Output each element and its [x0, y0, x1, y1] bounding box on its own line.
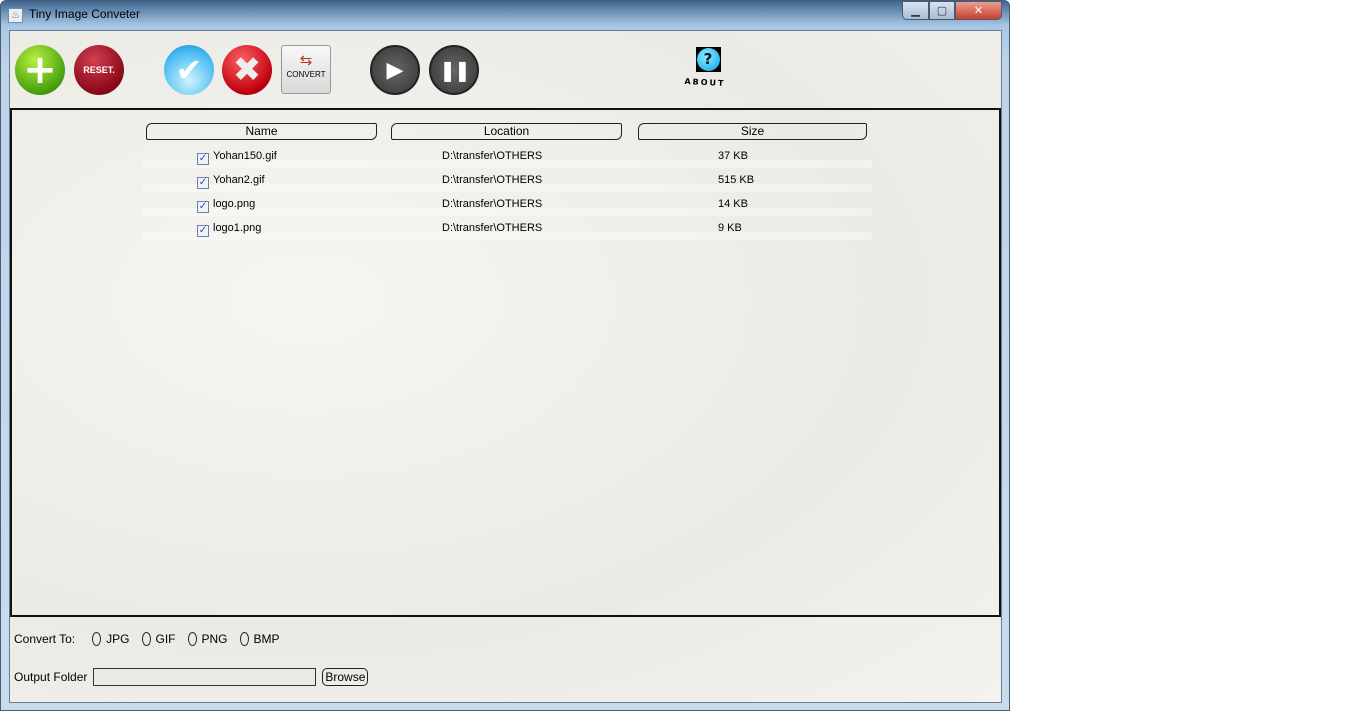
convert-to-group: Convert To: JPG GIF PNG BMP — [14, 632, 292, 646]
radio-jpg[interactable]: JPG — [92, 632, 130, 646]
convert-to-label: Convert To: — [14, 632, 76, 646]
name-cell: ✓ logo.png — [197, 198, 256, 213]
about-label: ABOUT — [684, 76, 726, 89]
size-cell: 9 KB — [718, 222, 742, 234]
size-cell: 37 KB — [718, 150, 748, 162]
close-button[interactable]: ✕ — [955, 1, 1002, 20]
column-header-size[interactable]: Size — [638, 123, 867, 140]
table-row[interactable]: ✓ Yohan150.gif D:\transfer\OTHERS 37 KB — [142, 144, 872, 168]
row-checkbox[interactable]: ✓ — [197, 153, 209, 165]
location-cell: D:\transfer\OTHERS — [442, 150, 543, 162]
name-cell: ✓ Yohan150.gif — [197, 150, 277, 165]
radio-png[interactable]: PNG — [187, 632, 228, 646]
add-files-button[interactable]: + — [15, 45, 65, 95]
window-title: Tiny Image Conveter — [29, 7, 140, 21]
output-folder-label: Output Folder — [14, 670, 88, 684]
convert-button[interactable]: ⇆ CONVERT — [281, 45, 331, 94]
size-cell: 14 KB — [718, 198, 748, 210]
remove-button[interactable]: ✖ — [222, 45, 272, 95]
convert-label: CONVERT — [286, 70, 326, 79]
row-checkbox[interactable]: ✓ — [197, 201, 209, 213]
location-cell: D:\transfer\OTHERS — [442, 198, 543, 210]
location-cell: D:\transfer\OTHERS — [442, 222, 543, 234]
title-bar[interactable]: ♨ Tiny Image Conveter ▁ ▢ ✕ — [1, 1, 1009, 29]
reset-button[interactable]: RESET. — [74, 45, 124, 95]
pause-button[interactable]: ❚❚ — [429, 45, 479, 95]
row-checkbox[interactable]: ✓ — [197, 177, 209, 189]
output-folder-row: Output Folder Browse — [14, 668, 369, 686]
row-checkbox[interactable]: ✓ — [197, 225, 209, 237]
main-panel: + RESET. ✔ ✖ ⇆ CONVERT ▶ ❚❚ ? ABOUT Name… — [9, 30, 1002, 703]
name-cell: ✓ Yohan2.gif — [197, 174, 265, 189]
radio-bmp[interactable]: BMP — [239, 632, 280, 646]
java-app-icon: ♨ — [8, 8, 23, 23]
minimize-button[interactable]: ▁ — [902, 1, 929, 20]
maximize-button[interactable]: ▢ — [929, 1, 955, 20]
app-window: ♨ Tiny Image Conveter ▁ ▢ ✕ + RESET. ✔ ✖… — [0, 0, 1010, 711]
browse-button[interactable]: Browse — [322, 668, 369, 686]
column-header-name[interactable]: Name — [146, 123, 377, 140]
name-cell: ✓ logo1.png — [197, 222, 262, 237]
about-button[interactable]: ? ABOUT — [678, 47, 738, 88]
file-table: Name Location Size ✓ Yohan150.gif D:\tran… — [10, 108, 1001, 617]
size-cell: 515 KB — [718, 174, 755, 186]
table-row[interactable]: ✓ Yohan2.gif D:\transfer\OTHERS 515 KB — [142, 168, 872, 192]
convert-arrows-icon: ⇆ — [299, 52, 313, 69]
table-row[interactable]: ✓ logo1.png D:\transfer\OTHERS 9 KB — [142, 216, 872, 240]
location-cell: D:\transfer\OTHERS — [442, 174, 543, 186]
play-button[interactable]: ▶ — [370, 45, 420, 95]
help-icon: ? — [695, 47, 721, 72]
output-folder-input[interactable] — [93, 668, 317, 686]
select-all-button[interactable]: ✔ — [164, 45, 214, 95]
column-header-location[interactable]: Location — [391, 123, 622, 140]
radio-gif[interactable]: GIF — [141, 632, 176, 646]
table-row[interactable]: ✓ logo.png D:\transfer\OTHERS 14 KB — [142, 192, 872, 216]
